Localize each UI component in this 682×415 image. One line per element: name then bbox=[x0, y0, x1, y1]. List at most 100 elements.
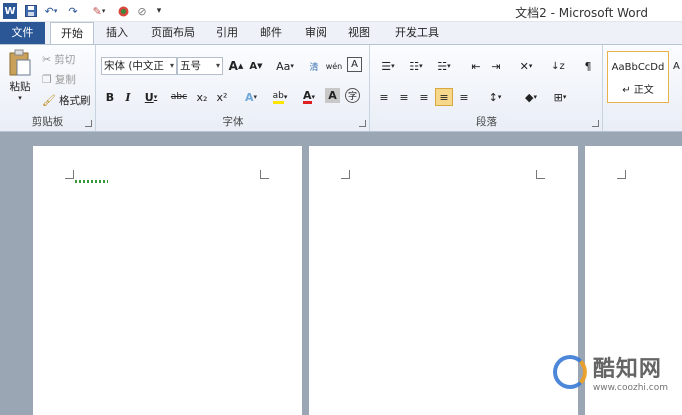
crop-mark bbox=[260, 170, 269, 179]
scissors-icon: ✂ bbox=[42, 52, 52, 66]
borders-icon[interactable]: ⊞ ▾ bbox=[547, 88, 573, 106]
clear-format-button[interactable]: 清 bbox=[305, 57, 323, 75]
enclose-characters-label: 字 bbox=[347, 92, 357, 102]
customize-icon[interactable]: ▾ bbox=[154, 3, 164, 19]
show-marks-icon[interactable]: ¶ bbox=[579, 57, 597, 75]
copy-icon: ❐ bbox=[42, 72, 52, 86]
document-area: 酷知网 www.coozhi.com bbox=[0, 132, 682, 415]
save-icon[interactable] bbox=[24, 3, 38, 19]
tab-view[interactable]: 视图 bbox=[340, 22, 378, 44]
font-name-value: 宋体 (中文正 bbox=[104, 60, 164, 72]
watermark-title: 酷知网 bbox=[592, 356, 662, 382]
tab-developer[interactable]: 开发工具 bbox=[386, 22, 448, 44]
paragraph-launcher[interactable] bbox=[592, 120, 599, 127]
tab-references[interactable]: 引用 bbox=[208, 22, 246, 44]
paste-button[interactable]: 粘贴 ▾ bbox=[5, 49, 35, 109]
font-size-value: 五号 bbox=[180, 60, 201, 72]
multilevel-list-icon[interactable]: ☵ ▾ bbox=[431, 57, 457, 75]
clear-format-icon: 清 bbox=[309, 62, 319, 73]
sort-icon[interactable]: ↓z bbox=[549, 57, 567, 75]
bullets-icon[interactable]: ☰ ▾ bbox=[375, 57, 401, 75]
chevron-down-icon: ▾ bbox=[169, 61, 174, 70]
line-spacing-icon[interactable]: ↕ ▾ bbox=[483, 88, 507, 106]
paste-label: 粘贴 bbox=[9, 81, 31, 93]
title-bar: W ↶ ▾ ↷ ✎ ▾ ⊘ ▾ 文档2 - Microsoft Word bbox=[0, 0, 682, 22]
cut-label: 剪切 bbox=[54, 54, 76, 66]
change-case-label: Aa bbox=[276, 59, 291, 73]
decrease-indent-icon[interactable]: ⇤ bbox=[467, 57, 485, 75]
clipboard-group-label: 剪贴板 bbox=[31, 116, 64, 128]
brush-icon[interactable]: ✎ ▾ bbox=[88, 3, 110, 19]
page-2[interactable] bbox=[309, 146, 578, 415]
highlight-button[interactable]: ab ▾ bbox=[267, 88, 293, 106]
style-normal[interactable]: AaBbCcDd ↵ 正文 bbox=[607, 51, 669, 103]
phonetic-guide-button[interactable]: wén bbox=[325, 57, 343, 75]
font-color-button[interactable]: A ▾ bbox=[297, 88, 321, 106]
style-next-sample[interactable]: A bbox=[673, 61, 680, 72]
draw-icon[interactable]: ⊘ bbox=[134, 3, 150, 19]
shrink-font-button[interactable]: A ▼ bbox=[247, 57, 265, 75]
enclose-characters-button[interactable]: 字 bbox=[345, 88, 360, 103]
chinese-layout-icon[interactable]: ✕ ▾ bbox=[513, 57, 539, 75]
page-1[interactable] bbox=[33, 146, 302, 415]
underline-button[interactable]: U ▾ bbox=[139, 88, 163, 106]
distributed-icon[interactable]: ≡ bbox=[455, 88, 473, 106]
redo-icon[interactable]: ↷ bbox=[66, 3, 80, 19]
underline-label: U bbox=[144, 90, 154, 104]
grow-font-label: A bbox=[228, 59, 238, 73]
font-name-select[interactable]: 宋体 (中文正 ▾ bbox=[101, 57, 177, 75]
font-group-label: 字体 bbox=[222, 116, 244, 128]
cut-button[interactable]: ✂ 剪切 bbox=[42, 52, 75, 67]
highlight-label: ab bbox=[272, 91, 284, 104]
character-border-button[interactable]: A bbox=[347, 57, 362, 72]
increase-indent-icon[interactable]: ⇥ bbox=[487, 57, 505, 75]
subscript-button[interactable]: x₂ bbox=[193, 88, 211, 106]
copy-button[interactable]: ❐ 复制 bbox=[42, 72, 76, 87]
window-title: 文档2 - Microsoft Word bbox=[515, 6, 648, 20]
strikethrough-button[interactable]: abc bbox=[167, 88, 191, 106]
watermark-url: www.coozhi.com bbox=[592, 383, 668, 393]
chevron-down-icon: ▾ bbox=[215, 61, 220, 70]
align-left-icon[interactable]: ≡ bbox=[375, 88, 393, 106]
format-painter-icon: 🖌 bbox=[42, 93, 56, 107]
superscript-button[interactable]: x² bbox=[213, 88, 231, 106]
text-effects-button[interactable]: A ▾ bbox=[239, 88, 263, 106]
italic-label: I bbox=[125, 90, 131, 104]
font-size-select[interactable]: 五号 ▾ bbox=[177, 57, 223, 75]
shrink-font-label: A bbox=[249, 60, 258, 72]
clipboard-group: 粘贴 ▾ ✂ 剪切 ❐ 复制 🖌 格式刷 剪贴板 bbox=[0, 45, 96, 131]
tab-insert[interactable]: 插入 bbox=[98, 22, 136, 44]
align-right-icon[interactable]: ≡ bbox=[415, 88, 433, 106]
justify-icon[interactable]: ≡ bbox=[435, 88, 453, 106]
paragraph-group-label: 段落 bbox=[476, 116, 497, 128]
paragraph-group: ☰ ▾ ☷ ▾ ☵ ▾ ⇤ ⇥ ✕ ▾ ↓z ¶ ≡ ≡ ≡ ≡ ≡ ↕ ▾ ◆ ▾ ⊞ ▾ … bbox=[371, 45, 603, 131]
numbering-icon[interactable]: ☷ ▾ bbox=[403, 57, 429, 75]
tab-mailings[interactable]: 邮件 bbox=[252, 22, 290, 44]
tab-review[interactable]: 审阅 bbox=[296, 22, 336, 44]
italic-button[interactable]: I bbox=[119, 88, 137, 106]
tab-file[interactable]: 文件 bbox=[0, 22, 45, 44]
undo-icon[interactable]: ↶ ▾ bbox=[42, 3, 60, 19]
align-center-icon[interactable]: ≡ bbox=[395, 88, 413, 106]
phonetic-icon: wén bbox=[325, 61, 343, 71]
strikethrough-label: abc bbox=[170, 92, 188, 102]
ribbon-tabs: 文件 开始 插入 页面布局 引用 邮件 审阅 视图 开发工具 bbox=[0, 22, 682, 45]
watermark-logo-icon bbox=[552, 355, 587, 389]
crop-mark bbox=[536, 170, 545, 179]
character-shading-button[interactable]: A bbox=[325, 88, 340, 103]
shading-icon[interactable]: ◆ ▾ bbox=[519, 88, 543, 106]
font-launcher[interactable] bbox=[359, 120, 366, 127]
clipboard-launcher[interactable] bbox=[85, 120, 92, 127]
paste-icon bbox=[9, 49, 31, 76]
format-painter-button[interactable]: 🖌 格式刷 bbox=[42, 93, 90, 108]
watermark: 酷知网 www.coozhi.com bbox=[552, 351, 668, 393]
tab-home[interactable]: 开始 bbox=[50, 22, 94, 45]
change-case-button[interactable]: Aa ▾ bbox=[273, 57, 297, 75]
circle-icon[interactable] bbox=[116, 3, 130, 19]
tab-page-layout[interactable]: 页面布局 bbox=[142, 22, 204, 44]
spelling-squiggle bbox=[75, 180, 108, 183]
word-app-icon[interactable]: W bbox=[3, 3, 17, 19]
grow-font-button[interactable]: A ▲ bbox=[227, 57, 245, 75]
bold-button[interactable]: B bbox=[101, 88, 119, 106]
format-painter-label: 格式刷 bbox=[58, 95, 91, 107]
